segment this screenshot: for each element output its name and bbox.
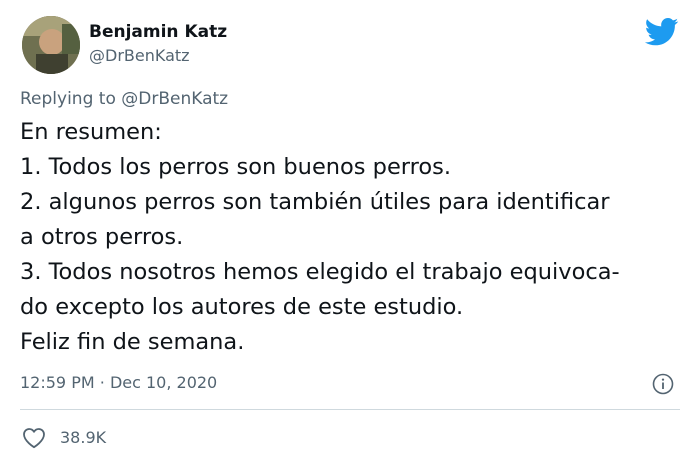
author-handle[interactable]: @DrBenKatz <box>89 46 190 65</box>
timestamp-separator: · <box>99 373 105 392</box>
author-name[interactable]: Benjamin Katz <box>89 22 227 42</box>
tweet-date: Dec 10, 2020 <box>109 373 218 392</box>
info-icon[interactable] <box>652 373 674 395</box>
tweet-line: 1. Todos los perros son buenos perros. <box>20 154 452 180</box>
tweet-card: Benjamin Katz @DrBenKatz Replying to @Dr… <box>0 0 700 463</box>
reply-context: Replying to @DrBenKatz <box>20 89 228 109</box>
tweet-line: a otros perros. <box>20 224 184 250</box>
divider <box>20 409 680 410</box>
tweet-line: Feliz fin de semana. <box>20 329 245 355</box>
heart-icon[interactable] <box>22 427 46 449</box>
tweet-timestamp[interactable]: 12:59 PM · Dec 10, 2020 <box>20 373 217 392</box>
avatar[interactable] <box>22 16 80 74</box>
tweet-line: 2. algunos perros son también útiles par… <box>20 189 610 215</box>
like-count: 38.9K <box>60 428 107 447</box>
reply-handle-link[interactable]: @DrBenKatz <box>121 89 228 109</box>
tweet-line: do excepto los autores de este estudio. <box>20 294 464 320</box>
tweet-text: En resumen: 1. Todos los perros son buen… <box>20 115 690 360</box>
tweet-time: 12:59 PM <box>20 373 95 392</box>
reply-prefix: Replying to <box>20 89 116 109</box>
tweet-line: En resumen: <box>20 119 162 145</box>
twitter-bird-icon[interactable] <box>645 18 679 46</box>
tweet-line: 3. Todos nosotros hemos elegido el traba… <box>20 259 620 285</box>
